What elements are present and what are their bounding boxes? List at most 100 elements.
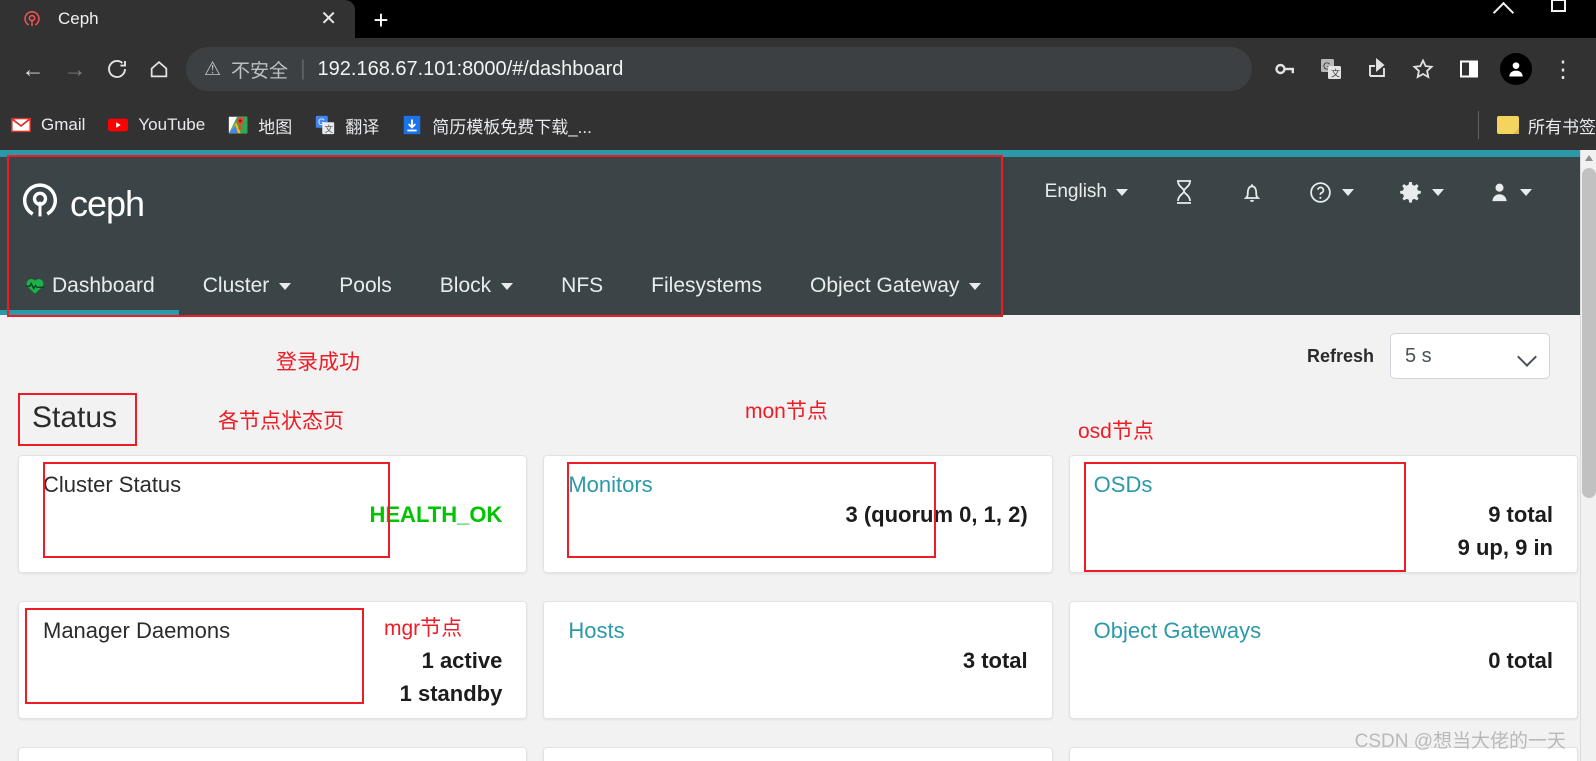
card-cluster-status[interactable]: Cluster Status HEALTH_OK <box>18 455 528 573</box>
nav-tab-pools[interactable]: Pools <box>315 274 416 315</box>
card-value: 3 (quorum 0, 1, 2) <box>845 502 1028 528</box>
window-controls <box>1380 0 1596 20</box>
card-partial-1[interactable] <box>18 747 528 761</box>
svg-text:文: 文 <box>325 124 333 134</box>
square-icon[interactable] <box>1551 0 1566 12</box>
warning-triangle-icon: ⚠ <box>204 58 222 80</box>
annotation-mgr-node: mgr节点 <box>384 617 463 640</box>
nav-tab-dashboard[interactable]: Dashboard <box>0 274 179 315</box>
reload-icon[interactable] <box>96 48 138 90</box>
card-partial-2[interactable] <box>543 747 1053 761</box>
arrow-left-icon[interactable]: ← <box>12 48 54 90</box>
nav-tab-label: Block <box>439 274 492 297</box>
annotation-login-success: 登录成功 <box>276 351 360 374</box>
browser-tab-ceph[interactable]: Ceph ✕ <box>0 0 355 38</box>
page-scrollbar[interactable] <box>1580 150 1596 761</box>
status-heading-row: Status 各节点状态页 mon节点 osd节点 <box>18 393 1596 451</box>
tasks-hourglass-icon[interactable] <box>1150 171 1218 213</box>
arrow-right-icon[interactable]: → <box>54 48 96 90</box>
card-value-secondary: 9 up, 9 in <box>1457 535 1553 561</box>
ceph-logo-icon <box>18 179 62 228</box>
bookmarks-divider <box>1478 111 1479 139</box>
nav-tab-object-gateway[interactable]: Object Gateway <box>786 274 1005 315</box>
status-cards-row-2: Manager Daemons 1 active 1 standby mgr节点… <box>0 601 1596 719</box>
nav-tab-label: Pools <box>339 274 392 297</box>
watermark: CSDN @想当大佬的一天 <box>1354 731 1566 752</box>
profile-avatar-icon[interactable] <box>1500 53 1532 85</box>
ceph-brand-text: ceph <box>70 182 145 224</box>
ceph-utility-menu: English <box>1023 171 1554 213</box>
bookmark-resume-template[interactable]: 简历模板免费下载_... <box>401 113 592 138</box>
card-value: 9 total <box>1488 502 1553 528</box>
plus-icon[interactable]: + <box>362 4 400 36</box>
language-label: English <box>1044 181 1107 202</box>
annotation-node-status-page: 各节点状态页 <box>218 410 344 433</box>
chevron-down-icon <box>1520 188 1532 196</box>
bookmark-translate[interactable]: G 文 翻译 <box>314 113 379 138</box>
card-hosts[interactable]: Hosts 3 total <box>543 601 1053 719</box>
refresh-interval-select[interactable]: 5 s <box>1390 333 1550 379</box>
browser-chrome: Ceph ✕ + ← → ⚠ 不安全 | 192.168.67.101 :800… <box>0 0 1596 150</box>
side-panel-icon[interactable] <box>1448 48 1490 90</box>
bookmark-gmail[interactable]: Gmail <box>10 114 85 136</box>
bookmark-youtube[interactable]: YouTube <box>107 114 205 136</box>
card-title: Object Gateways <box>1093 618 1262 643</box>
youtube-icon <box>107 114 129 136</box>
chevron-down-icon <box>1519 348 1535 364</box>
all-bookmarks-label: 所有书签 <box>1528 117 1596 137</box>
card-value: 1 active <box>421 648 503 674</box>
download-icon <box>401 114 423 136</box>
card-osds[interactable]: OSDs 9 total 9 up, 9 in <box>1068 455 1578 573</box>
heart-pulse-icon <box>24 275 46 297</box>
bookmark-maps[interactable]: 地图 <box>227 113 292 138</box>
nav-tab-block[interactable]: Block <box>416 274 537 315</box>
home-icon[interactable] <box>138 48 180 90</box>
chevron-up-icon[interactable] <box>1495 0 1511 13</box>
user-menu[interactable] <box>1466 173 1554 212</box>
notifications-bell-icon[interactable] <box>1218 171 1286 213</box>
nav-tab-nfs[interactable]: NFS <box>537 274 627 315</box>
chevron-down-icon <box>969 282 982 290</box>
ceph-brand[interactable]: ceph <box>18 179 145 228</box>
chrome-menu-icon[interactable]: ⋮ <box>1542 48 1584 90</box>
svg-text:文: 文 <box>1331 68 1340 79</box>
ceph-nav-tabs: Dashboard Cluster Pools Block NFS Filesy… <box>0 253 1005 315</box>
nav-tab-label: Cluster <box>202 274 270 297</box>
card-monitors[interactable]: Monitors 3 (quorum 0, 1, 2) <box>543 455 1053 573</box>
card-title: Hosts <box>568 618 625 643</box>
nav-tab-cluster[interactable]: Cluster <box>179 274 316 315</box>
bookmark-label: Gmail <box>41 115 86 134</box>
status-cards-row-1: Cluster Status HEALTH_OK Monitors 3 (quo… <box>0 455 1596 573</box>
tab-strip: Ceph ✕ + <box>0 0 1596 38</box>
card-value: 0 total <box>1488 648 1553 674</box>
omnibox-divider: | <box>300 57 306 80</box>
google-maps-icon <box>227 114 249 136</box>
help-menu[interactable] <box>1286 172 1376 213</box>
card-value-secondary: 1 standby <box>399 681 503 707</box>
card-object-gateways[interactable]: Object Gateways 0 total <box>1068 601 1578 719</box>
gmail-icon <box>10 114 32 136</box>
card-manager-daemons[interactable]: Manager Daemons 1 active 1 standby mgr节点 <box>18 601 528 719</box>
settings-menu[interactable] <box>1376 172 1466 213</box>
card-value: HEALTH_OK <box>369 502 503 528</box>
chevron-down-icon <box>1432 188 1444 196</box>
close-icon[interactable]: ✕ <box>312 9 345 29</box>
card-title: Cluster Status <box>43 472 182 497</box>
language-selector[interactable]: English <box>1023 173 1150 211</box>
scroll-up-arrow-icon[interactable] <box>1585 155 1593 161</box>
bookmark-label: 简历模板免费下载_... <box>432 117 592 137</box>
password-key-icon[interactable] <box>1264 48 1306 90</box>
annotation-osd-node: osd节点 <box>1078 420 1154 443</box>
nav-tab-label: Filesystems <box>651 274 763 297</box>
nav-tab-label: Dashboard <box>52 274 155 297</box>
address-bar[interactable]: ⚠ 不安全 | 192.168.67.101 :8000/#/dashboard <box>186 47 1252 91</box>
url-host: 192.168.67.101 <box>317 57 457 80</box>
bookmark-star-icon[interactable] <box>1402 48 1444 90</box>
nav-tab-filesystems[interactable]: Filesystems <box>627 274 786 315</box>
chevron-down-icon <box>1342 188 1354 196</box>
translate-icon[interactable]: G 文 <box>1310 48 1352 90</box>
annotation-mon-node: mon节点 <box>745 400 828 423</box>
all-bookmarks-button[interactable]: 所有书签 <box>1478 111 1596 139</box>
scrollbar-thumb[interactable] <box>1582 168 1596 498</box>
share-icon[interactable] <box>1356 48 1398 90</box>
